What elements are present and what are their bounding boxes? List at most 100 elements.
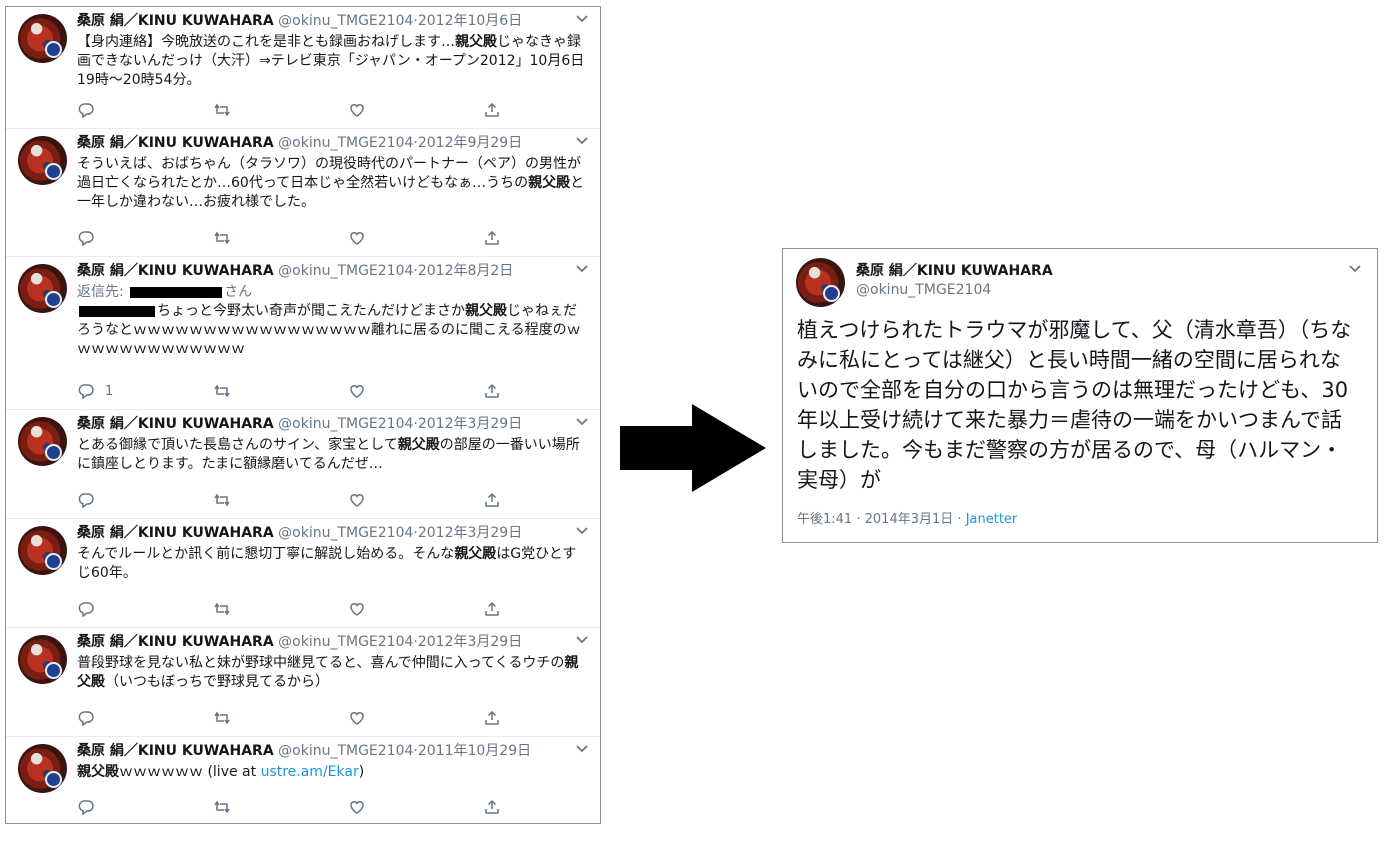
highlight-term: 親父殿 [77,764,119,780]
user-handle[interactable]: @okinu_TMGE2104 [278,135,413,151]
reply-button[interactable] [77,797,105,817]
tweet-text-part: そんでルールとか訊く前に懇切丁寧に解説し始める。そんな [77,546,455,562]
share-icon [485,799,499,814]
tweet-date[interactable]: 2012年8月2日 [418,263,513,279]
display-name[interactable]: 桑原 絹／KINU KUWAHARA [77,525,274,541]
chevron-down-icon[interactable] [574,743,590,755]
tweet-date[interactable]: 2012年3月29日 [418,634,522,650]
tweet-item[interactable]: 桑原 絹／KINU KUWAHARA @okinu_TMGE2104·2012年… [6,257,600,410]
share-button[interactable] [483,100,501,120]
chevron-down-icon[interactable] [1347,263,1363,275]
like-icon [350,801,364,814]
retweet-button[interactable] [213,381,231,401]
share-button[interactable] [483,381,501,401]
chevron-down-icon[interactable] [574,525,590,537]
tweet-date[interactable]: 2012年10月6日 [418,13,522,29]
like-icon [350,385,364,398]
tweet-date[interactable]: 2012年3月29日 [418,416,522,432]
retweet-button[interactable] [213,797,231,817]
display-name[interactable]: 桑原 絹／KINU KUWAHARA [77,743,274,759]
like-button[interactable] [348,381,366,401]
like-button[interactable] [348,100,366,120]
share-button[interactable] [483,228,501,248]
reply-button[interactable] [77,708,105,728]
tweet-item[interactable]: 桑原 絹／KINU KUWAHARA @okinu_TMGE2104·2012年… [6,410,600,519]
display-name[interactable]: 桑原 絹／KINU KUWAHARA [856,262,1053,280]
display-name[interactable]: 桑原 絹／KINU KUWAHARA [77,634,274,650]
avatar[interactable] [18,417,67,466]
user-handle[interactable]: @okinu_TMGE2104 [278,634,413,650]
chevron-down-icon[interactable] [574,416,590,428]
tweet-link[interactable]: ustre.am/Ekar [261,764,359,780]
retweet-button[interactable] [213,708,231,728]
avatar[interactable] [18,744,67,793]
like-icon [350,232,364,245]
chevron-down-icon[interactable] [574,135,590,147]
tweet-item[interactable]: 桑原 絹／KINU KUWAHARA @okinu_TMGE2104·2012年… [6,519,600,628]
reply-suffix: さん [224,284,253,300]
display-name[interactable]: 桑原 絹／KINU KUWAHARA [77,263,274,279]
retweet-button[interactable] [213,490,231,510]
reply-button[interactable] [77,599,105,619]
tweet-item[interactable]: 桑原 絹／KINU KUWAHARA @okinu_TMGE2104·2012年… [6,129,600,257]
like-button[interactable] [348,599,366,619]
avatar[interactable] [18,635,67,684]
meta-separator: · [957,512,962,527]
reply-button[interactable] [77,100,105,120]
avatar[interactable] [18,14,67,63]
retweet-button[interactable] [213,228,231,248]
retweet-button[interactable] [213,599,231,619]
chevron-down-icon[interactable] [574,634,590,646]
retweet-icon [214,602,230,616]
highlight-term: 親父殿 [465,303,507,319]
tweet-item[interactable]: 桑原 絹／KINU KUWAHARA @okinu_TMGE2104·2012年… [6,628,600,737]
avatar[interactable] [18,136,67,185]
tweet-date[interactable]: 2014年3月1日 [865,512,954,527]
share-icon [485,601,499,616]
like-button[interactable] [348,490,366,510]
tweet-actions [77,228,517,248]
user-handle[interactable]: @okinu_TMGE2104 [278,263,413,279]
retweet-button[interactable] [213,100,231,120]
user-handle[interactable]: @okinu_TMGE2104 [278,416,413,432]
display-name[interactable]: 桑原 絹／KINU KUWAHARA [77,135,274,151]
user-handle[interactable]: @okinu_TMGE2104 [856,281,991,299]
reply-icon [78,103,94,119]
reply-button[interactable] [77,490,105,510]
user-handle[interactable]: @okinu_TMGE2104 [278,525,413,541]
tweet-date[interactable]: 2012年9月29日 [418,135,522,151]
user-handle[interactable]: @okinu_TMGE2104 [278,743,413,759]
avatar[interactable] [796,258,845,307]
tweet-item[interactable]: 桑原 絹／KINU KUWAHARA @okinu_TMGE2104·2012年… [6,7,600,129]
retweet-icon [214,103,230,117]
like-button[interactable] [348,708,366,728]
like-icon [350,104,364,117]
share-button[interactable] [483,797,501,817]
display-name[interactable]: 桑原 絹／KINU KUWAHARA [77,416,274,432]
like-button[interactable] [348,228,366,248]
tweet-body: 普段野球を見ない私と妹が野球中継見てると、喜んで仲間に入ってくるウチの親父殿（い… [77,654,587,692]
chevron-down-icon[interactable] [574,263,590,275]
tweet-actions [77,599,517,619]
chevron-down-icon[interactable] [574,13,590,25]
like-button[interactable] [348,797,366,817]
client-app-link[interactable]: Janetter [966,512,1018,527]
featured-tweet-card[interactable]: 桑原 絹／KINU KUWAHARA @okinu_TMGE2104 植えつけら… [782,248,1378,543]
reply-button[interactable]: 1 [77,381,113,401]
share-button[interactable] [483,490,501,510]
tweet-actions [77,100,517,120]
reply-icon [78,602,94,618]
tweet-date[interactable]: 2011年10月29日 [418,743,531,759]
avatar[interactable] [18,526,67,575]
like-icon [350,603,364,616]
avatar[interactable] [18,264,67,313]
share-button[interactable] [483,708,501,728]
display-name[interactable]: 桑原 絹／KINU KUWAHARA [77,13,274,29]
tweet-date[interactable]: 2012年3月29日 [418,525,522,541]
reply-button[interactable] [77,228,105,248]
tweet-time[interactable]: 午後1:41 [797,512,852,527]
tweet-text-part: （いつもぼっちで野球見てるから） [105,674,329,690]
user-handle[interactable]: @okinu_TMGE2104 [278,13,413,29]
tweet-item[interactable]: 桑原 絹／KINU KUWAHARA @okinu_TMGE2104·2011年… [6,737,600,823]
share-button[interactable] [483,599,501,619]
